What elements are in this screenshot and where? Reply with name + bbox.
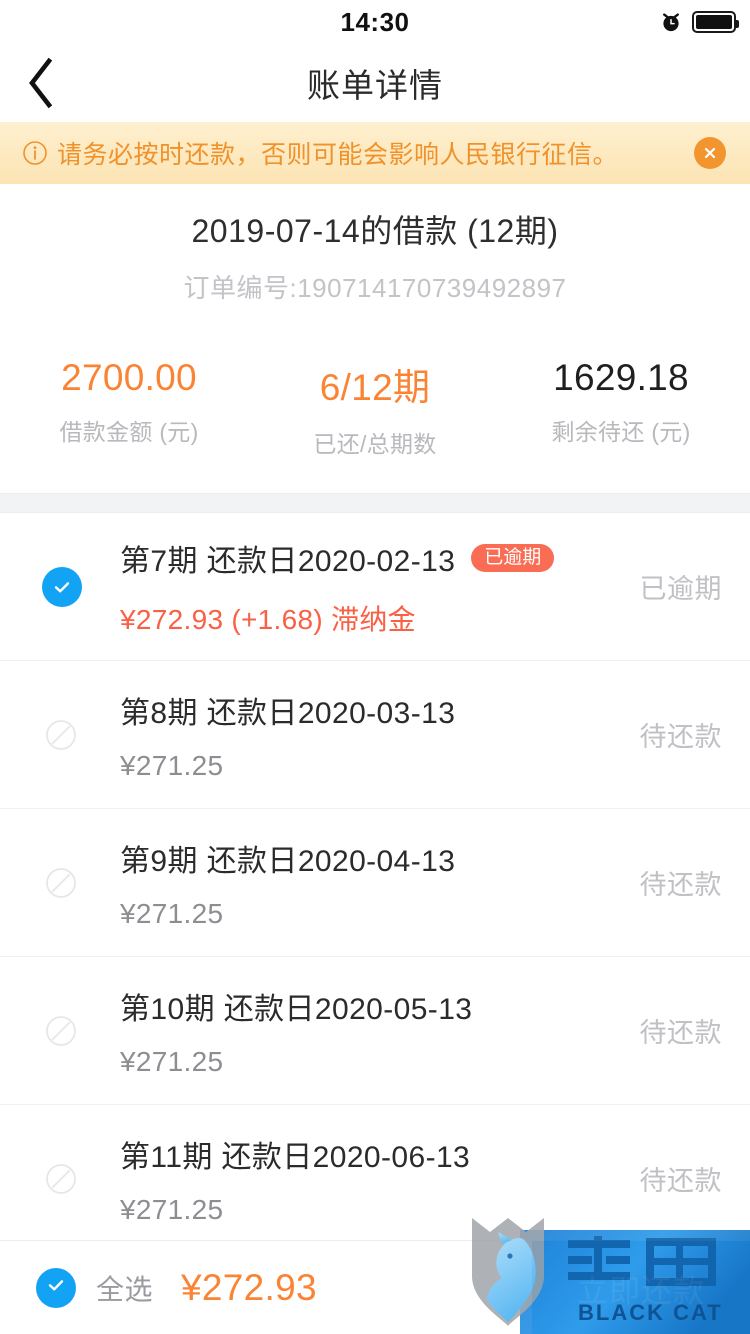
installment-period: 第9期 还款日2020-04-13 — [120, 844, 456, 878]
nav-bar: 账单详情 — [0, 44, 750, 122]
close-icon — [701, 144, 719, 162]
installment-status: 待还款 — [639, 722, 722, 752]
installment-period: 第10期 还款日2020-05-13 — [120, 992, 473, 1026]
row-content: 第11期 还款日2020-06-13 ¥271.25 — [120, 1132, 622, 1226]
section-divider — [0, 493, 750, 513]
row-checkbox[interactable] — [28, 566, 120, 607]
row-checkbox — [28, 716, 120, 754]
row-primary-line: 第11期 还款日2020-06-13 — [120, 1132, 622, 1176]
app-screen: 14:30 账单详情 请务必按时还款，否则可能会影响人民银行征信。 2019-0… — [0, 0, 750, 1334]
repay-now-button[interactable]: 立即还款 — [532, 1241, 750, 1334]
row-primary-line: 第10期 还款日2020-05-13 — [120, 984, 622, 1028]
checkbox-disabled-icon — [42, 1012, 80, 1050]
table-row[interactable]: 第7期 还款日2020-02-13 已逾期 ¥272.93 (+1.68) 滞纳… — [0, 513, 750, 661]
row-checkbox — [28, 1160, 120, 1198]
installment-period: 第11期 还款日2020-06-13 — [120, 1140, 471, 1174]
page-title: 账单详情 — [307, 67, 443, 104]
stat-value: 2700.00 — [61, 357, 197, 398]
installment-period: 第7期 还款日2020-02-13 — [120, 544, 456, 578]
row-primary-line: 第8期 还款日2020-03-13 — [120, 688, 622, 732]
stat-value: 6/12期 — [319, 367, 431, 408]
stat-loan-amount: 2700.00 借款金额 (元) — [6, 357, 252, 459]
table-row[interactable]: 第9期 还款日2020-04-13 ¥271.25 待还款 — [0, 809, 750, 957]
row-content: 第9期 还款日2020-04-13 ¥271.25 — [120, 836, 622, 930]
stat-paid-periods: 6/12期 已还/总期数 — [252, 357, 498, 459]
stat-label: 剩余待还 (元) — [551, 419, 691, 445]
notice-banner: 请务必按时还款，否则可能会影响人民银行征信。 — [0, 122, 750, 184]
installment-period: 第8期 还款日2020-03-13 — [120, 696, 456, 730]
battery-full-icon — [692, 11, 739, 33]
row-primary-line: 第9期 还款日2020-04-13 — [120, 836, 622, 880]
checkbox-disabled-icon — [42, 1160, 80, 1198]
checkbox-checked-icon — [45, 1274, 67, 1301]
installment-status: 待还款 — [639, 1166, 722, 1196]
installment-status: 待还款 — [639, 870, 722, 900]
loan-title: 2019-07-14的借款 (12期) — [191, 213, 559, 249]
select-all-checkbox[interactable] — [36, 1267, 76, 1308]
status-bar-clock: 14:30 — [340, 6, 410, 37]
row-content: 第7期 还款日2020-02-13 已逾期 ¥272.93 (+1.68) 滞纳… — [120, 536, 622, 638]
info-circle-icon — [22, 140, 48, 166]
back-button[interactable] — [26, 44, 90, 122]
row-primary-line: 第7期 还款日2020-02-13 已逾期 — [120, 536, 622, 580]
table-row[interactable]: 第8期 还款日2020-03-13 ¥271.25 待还款 — [0, 661, 750, 809]
installment-amount: ¥272.93 (+1.68) 滞纳金 — [120, 603, 416, 635]
stat-label: 已还/总期数 — [313, 431, 437, 457]
installment-amount: ¥271.25 — [120, 1193, 224, 1225]
status-bar-right-icons — [660, 0, 739, 44]
total-amount: ¥272.93 — [181, 1266, 317, 1308]
chevron-left-icon — [26, 57, 56, 109]
notice-close-button[interactable] — [694, 137, 726, 169]
table-row[interactable]: 第10期 还款日2020-05-13 ¥271.25 待还款 — [0, 957, 750, 1105]
summary-stats: 2700.00 借款金额 (元) 6/12期 已还/总期数 1629.18 剩余… — [0, 357, 750, 493]
installment-amount: ¥271.25 — [120, 1045, 224, 1077]
bottom-action-bar: 全选 ¥272.93 立即还款 — [0, 1240, 750, 1334]
installment-status: 已逾期 — [639, 574, 722, 604]
loan-summary-card: 2019-07-14的借款 (12期) 订单编号:190714170739492… — [0, 184, 750, 493]
installment-list: 第7期 还款日2020-02-13 已逾期 ¥272.93 (+1.68) 滞纳… — [0, 513, 750, 1253]
row-checkbox — [28, 864, 120, 902]
stat-remaining: 1629.18 剩余待还 (元) — [498, 357, 744, 459]
stat-value: 1629.18 — [553, 357, 689, 398]
order-number: 订单编号:190714170739492897 — [183, 273, 567, 303]
alarm-clock-icon — [660, 11, 682, 33]
status-badge: 已逾期 — [471, 543, 555, 572]
row-content: 第10期 还款日2020-05-13 ¥271.25 — [120, 984, 622, 1078]
installment-amount: ¥271.25 — [120, 897, 224, 929]
installment-amount: ¥271.25 — [120, 749, 224, 781]
row-content: 第8期 还款日2020-03-13 ¥271.25 — [120, 688, 622, 782]
select-all-label: 全选 — [96, 1273, 154, 1305]
checkbox-disabled-icon — [42, 864, 80, 902]
stat-label: 借款金额 (元) — [59, 419, 199, 445]
table-row[interactable]: 第11期 还款日2020-06-13 ¥271.25 待还款 — [0, 1105, 750, 1253]
notice-message: 请务必按时还款，否则可能会影响人民银行征信。 — [57, 141, 619, 169]
installment-status: 待还款 — [639, 1018, 722, 1048]
status-bar: 14:30 — [0, 0, 750, 44]
row-checkbox — [28, 1012, 120, 1050]
checkbox-checked-icon — [42, 566, 82, 607]
checkbox-disabled-icon — [42, 716, 80, 754]
